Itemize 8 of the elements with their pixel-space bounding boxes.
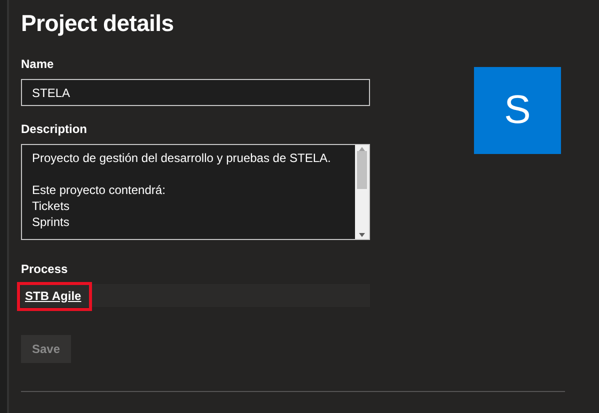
process-label: Process — [21, 262, 69, 276]
project-avatar: S — [474, 67, 561, 154]
name-label: Name — [21, 57, 55, 71]
page-title: Project details — [21, 10, 175, 37]
description-field[interactable]: Proyecto de gestión del desarrollo y pruebas de STELA. Este proyecto contendrá: Tickets Sprints — [21, 144, 370, 240]
description-label: Description — [21, 122, 88, 136]
process-link[interactable]: STB Agile — [21, 288, 86, 302]
name-field[interactable]: STELA — [21, 79, 370, 106]
